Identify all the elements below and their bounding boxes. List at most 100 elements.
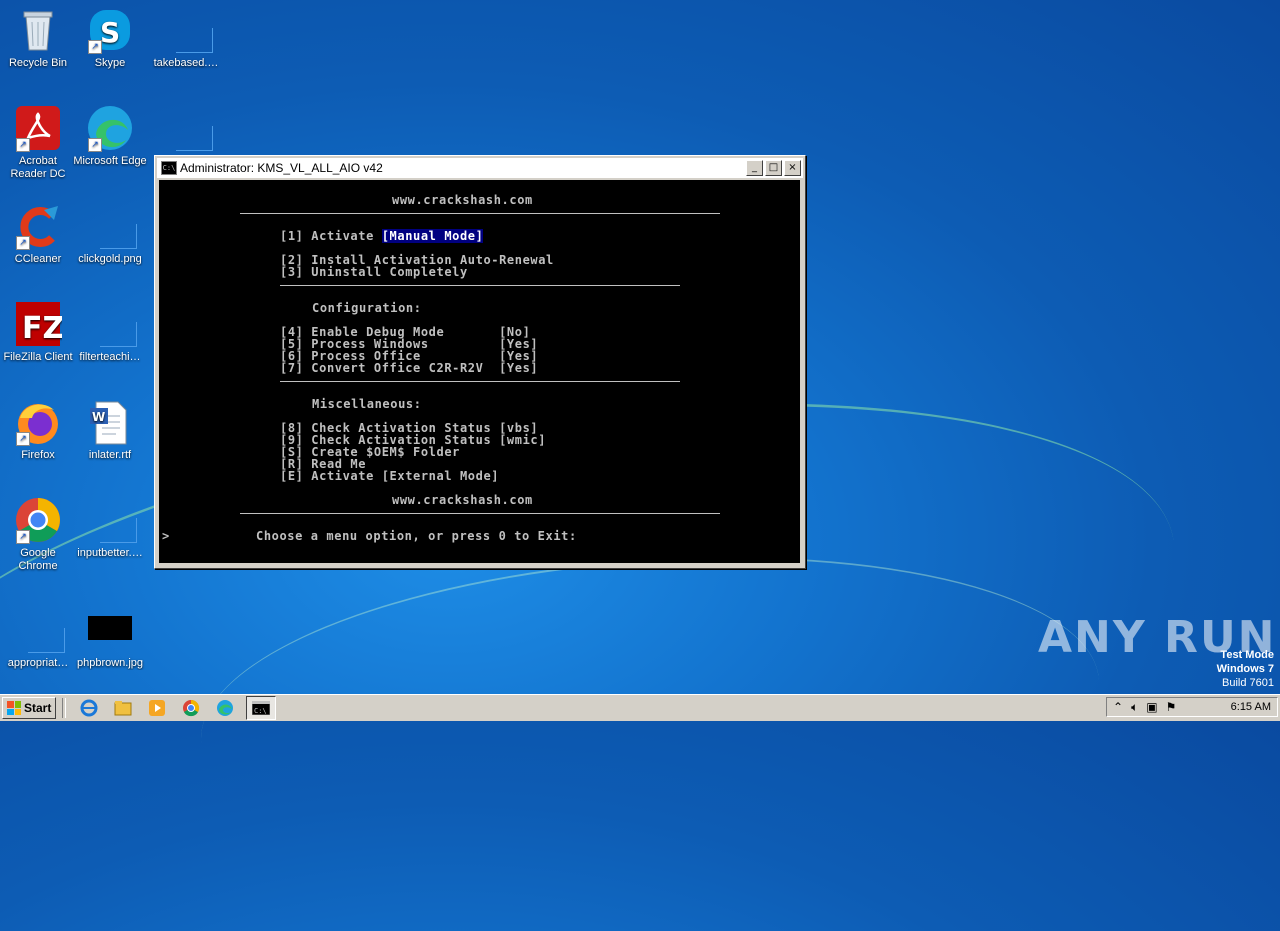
desktop-icon-label-line1: Acrobat: [19, 155, 57, 167]
clock[interactable]: 6:15 AM: [1231, 701, 1271, 713]
taskbar: Start C:\ ⌃ 🔈︎ ▣ ⚑ 6:15 AM: [0, 694, 1280, 721]
show-hidden-icons-icon[interactable]: ⌃: [1113, 700, 1123, 715]
shortcut-arrow-icon: ↗: [16, 236, 30, 250]
black-image-icon: [86, 606, 134, 654]
close-button[interactable]: ×: [784, 160, 801, 176]
desktop-icon-label: clickgold.png: [78, 253, 142, 265]
shortcut-arrow-icon: ↗: [88, 138, 102, 152]
chrome-icon: ↗: [14, 496, 62, 544]
desktop-icon-filezilla[interactable]: FZ FileZilla Client: [0, 300, 76, 364]
desktop-icon-label: inlater.rtf: [88, 449, 132, 461]
explorer-icon[interactable]: [112, 697, 134, 719]
word-doc-icon: W: [86, 398, 134, 446]
option-1-label: [1] Activate: [280, 229, 382, 243]
network-icon[interactable]: ▣: [1146, 700, 1157, 715]
window-title: Administrator: KMS_VL_ALL_AIO v42: [180, 161, 383, 175]
console-divider: [280, 381, 680, 382]
desktop-icon-edge[interactable]: ↗ Microsoft Edge: [72, 104, 148, 168]
console-misc-header: Miscellaneous:: [312, 397, 422, 411]
watermark-line3: Build 7601: [1222, 677, 1274, 689]
console-output[interactable]: www.crackshash.com [1] Activate [Manual …: [159, 180, 800, 563]
console-option-1: [1] Activate [Manual Mode]: [280, 229, 484, 243]
windows-watermark: Test Mode Windows 7 Build 7601: [1217, 648, 1274, 690]
console-option-7: [7] Convert Office C2R-R2V [Yes]: [280, 361, 539, 375]
desktop-icon-phpbrown[interactable]: phpbrown.jpg: [72, 606, 148, 670]
console-divider: [280, 285, 680, 286]
filezilla-icon: FZ: [14, 300, 64, 348]
blank-file-icon: [162, 6, 213, 54]
start-button[interactable]: Start: [2, 697, 57, 719]
desktop-icon-label: Skype: [94, 57, 126, 69]
desktop-icon-hidden[interactable]: [148, 104, 224, 155]
blank-file-icon: [86, 202, 137, 250]
action-center-flag-icon[interactable]: ⚑: [1166, 700, 1177, 715]
desktop-icon-label-line2: Reader DC: [10, 168, 66, 180]
console-site-bottom: www.crackshash.com: [392, 493, 533, 507]
edge-icon: ↗: [86, 104, 134, 152]
shortcut-arrow-icon: ↗: [16, 138, 30, 152]
recycle-bin-icon: [14, 6, 62, 54]
desktop-icon-label: phpbrown.jpg: [76, 657, 144, 669]
desktop-icon-skype[interactable]: S ↗ Skype: [72, 6, 148, 70]
blank-file-icon: [86, 300, 137, 348]
console-prompt[interactable]: Choose a menu option, or press 0 to Exit…: [256, 530, 577, 542]
svg-text:W: W: [92, 410, 105, 424]
cmd-icon: C:\: [161, 161, 177, 175]
firefox-icon: ↗: [14, 398, 62, 446]
desktop-icon-chrome[interactable]: ↗ Google Chrome: [0, 496, 76, 573]
desktop-icon-filterteachi[interactable]: filterteachi…: [72, 300, 148, 364]
svg-text:S: S: [100, 16, 120, 49]
desktop-icon-label: appropriat…: [7, 657, 69, 669]
desktop-icon-label: takebased.…: [153, 57, 219, 69]
desktop-icon-label: filterteachi…: [79, 351, 141, 363]
windows-flag-icon: [7, 701, 21, 715]
svg-text:C:\: C:\: [254, 707, 267, 715]
desktop-icon-firefox[interactable]: ↗ Firefox: [0, 398, 76, 462]
maximize-button[interactable]: □: [765, 160, 782, 176]
desktop-icon-label: Microsoft Edge: [73, 155, 147, 167]
console-option-3: [3] Uninstall Completely: [280, 265, 468, 279]
console-prompt-arrow: >: [162, 529, 170, 543]
console-divider: [240, 213, 720, 214]
skype-icon: S ↗: [86, 6, 134, 54]
window-controls: _ □ ×: [746, 160, 801, 176]
desktop-icon-label: CCleaner: [14, 253, 62, 265]
shortcut-arrow-icon: ↗: [88, 40, 102, 54]
minimize-button[interactable]: _: [746, 160, 763, 176]
desktop-icon-takebased[interactable]: takebased.…: [148, 6, 224, 70]
system-tray: ⌃ 🔈︎ ▣ ⚑ 6:15 AM: [1106, 697, 1278, 717]
desktop-icon-acrobat[interactable]: ↗ Acrobat Reader DC: [0, 104, 76, 181]
console-option-e: [E] Activate [External Mode]: [280, 469, 500, 483]
watermark-line1: Test Mode: [1220, 649, 1274, 661]
desktop-icon-label: Recycle Bin: [8, 57, 68, 69]
desktop-icon-clickgold[interactable]: clickgold.png: [72, 202, 148, 266]
desktop-icon-label: inputbetter.…: [77, 547, 143, 559]
desktop-icon-recycle-bin[interactable]: Recycle Bin: [0, 6, 76, 70]
ccleaner-icon: ↗: [14, 202, 62, 250]
volume-icon[interactable]: 🔈︎: [1131, 700, 1138, 715]
cmd-icon: C:\: [252, 701, 271, 715]
desktop-icon-appropriat[interactable]: appropriat…: [0, 606, 76, 670]
shortcut-arrow-icon: ↗: [16, 530, 30, 544]
acrobat-icon: ↗: [14, 104, 62, 152]
blank-file-icon: [86, 496, 137, 544]
svg-text:FZ: FZ: [22, 311, 62, 346]
console-window[interactable]: C:\ Administrator: KMS_VL_ALL_AIO v42 _ …: [154, 155, 806, 569]
desktop-icon-inlater[interactable]: W inlater.rtf: [72, 398, 148, 462]
watermark-line2: Windows 7: [1216, 663, 1274, 675]
desktop-icon-label-line1: Google: [20, 547, 56, 559]
desktop-icon-label: FileZilla Client: [3, 351, 73, 363]
option-1-mode: [Manual Mode]: [381, 229, 484, 243]
edge-icon[interactable]: [214, 697, 236, 719]
desktop-icon-ccleaner[interactable]: ↗ CCleaner: [0, 202, 76, 266]
chrome-icon[interactable]: [180, 697, 202, 719]
desktop-icon-inputbetter[interactable]: inputbetter.…: [72, 496, 148, 560]
ie-icon[interactable]: [78, 697, 100, 719]
taskbar-cmd-window[interactable]: C:\: [246, 696, 277, 720]
taskbar-separator: [62, 698, 67, 718]
shortcut-arrow-icon: ↗: [16, 432, 30, 446]
window-titlebar[interactable]: C:\ Administrator: KMS_VL_ALL_AIO v42 _ …: [157, 158, 803, 178]
blank-file-icon: [14, 606, 65, 654]
media-player-icon[interactable]: [146, 697, 168, 719]
start-label: Start: [24, 701, 52, 715]
